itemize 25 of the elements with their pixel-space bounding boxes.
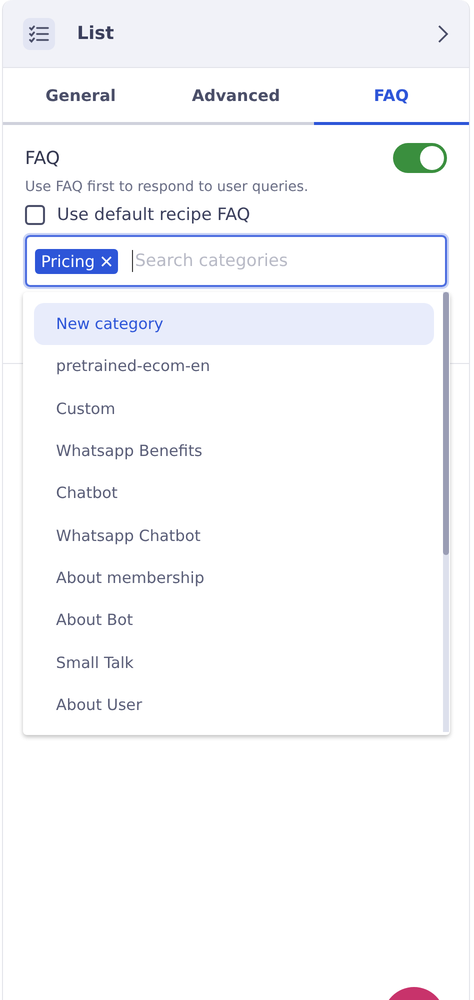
menu-item[interactable]: About User (34, 684, 434, 726)
tab[interactable]: Advanced (158, 68, 314, 125)
menu-item[interactable]: New category (34, 303, 434, 346)
list-icon (23, 18, 55, 50)
menu-item[interactable]: About membership (34, 556, 434, 600)
menu-item[interactable]: Custom (34, 388, 434, 430)
section-title: FAQ (25, 148, 60, 168)
faq-toggle[interactable] (393, 143, 447, 173)
menu-item[interactable]: Small Talk (34, 641, 434, 684)
tab[interactable]: General (3, 68, 158, 125)
menu-item[interactable]: Chatbot (34, 472, 434, 514)
tab[interactable]: FAQ (314, 68, 469, 125)
close-icon[interactable] (100, 256, 112, 266)
description-text: Use FAQ first to respond to user queries. (25, 179, 310, 195)
checkbox-label: Use default recipe FAQ (57, 205, 250, 225)
chevron-right-icon[interactable] (437, 24, 449, 44)
menu-item[interactable]: pretrained-ecom-en (34, 345, 434, 388)
menu-item[interactable]: About Bot (34, 599, 434, 642)
menu-item[interactable]: Whatsapp Benefits (34, 430, 434, 472)
category-search-field[interactable]: Pricing Search categories (25, 235, 447, 287)
scrollbar[interactable] (443, 292, 449, 732)
tag-label: Pricing (41, 252, 95, 270)
menu-item[interactable]: Whatsapp Chatbot (34, 514, 434, 557)
panel-title: List (77, 23, 115, 44)
checkbox[interactable] (25, 205, 45, 225)
